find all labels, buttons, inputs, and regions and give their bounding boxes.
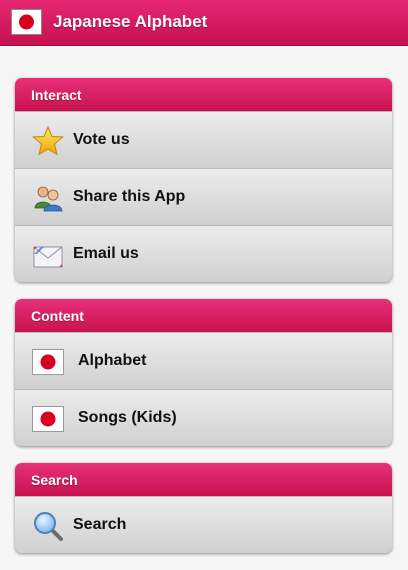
content-group: Content Alphabet Songs (Kids) [15, 299, 392, 446]
share-app-label: Share this App [73, 188, 186, 205]
vote-us-label: Vote us [73, 131, 130, 148]
app-title: Japanese Alphabet [53, 12, 208, 31]
envelope-icon [33, 246, 63, 268]
search-group: Search Search [15, 463, 392, 553]
japan-flag-icon [32, 349, 64, 375]
search-label: Search [73, 516, 127, 533]
alphabet-item[interactable]: Alphabet [15, 332, 392, 389]
songs-kids-item[interactable]: Songs (Kids) [15, 389, 392, 446]
search-item[interactable]: Search [15, 496, 392, 553]
japan-flag-icon [32, 406, 64, 432]
interact-group: Interact Vote us Share this App Email us [15, 78, 392, 282]
vote-us-item[interactable]: Vote us [15, 111, 392, 168]
alphabet-label: Alphabet [78, 352, 147, 369]
star-icon [32, 125, 64, 156]
app-header: Japanese Alphabet [0, 0, 408, 46]
songs-kids-label: Songs (Kids) [78, 409, 177, 426]
interact-group-header: Interact [15, 78, 392, 111]
people-icon [34, 186, 63, 212]
japan-flag-icon [11, 9, 42, 35]
content-group-header: Content [15, 299, 392, 332]
magnifier-icon [34, 512, 63, 541]
search-group-header: Search [15, 463, 392, 496]
email-us-label: Email us [73, 245, 139, 262]
share-app-item[interactable]: Share this App [15, 168, 392, 225]
email-us-item[interactable]: Email us [15, 225, 392, 282]
